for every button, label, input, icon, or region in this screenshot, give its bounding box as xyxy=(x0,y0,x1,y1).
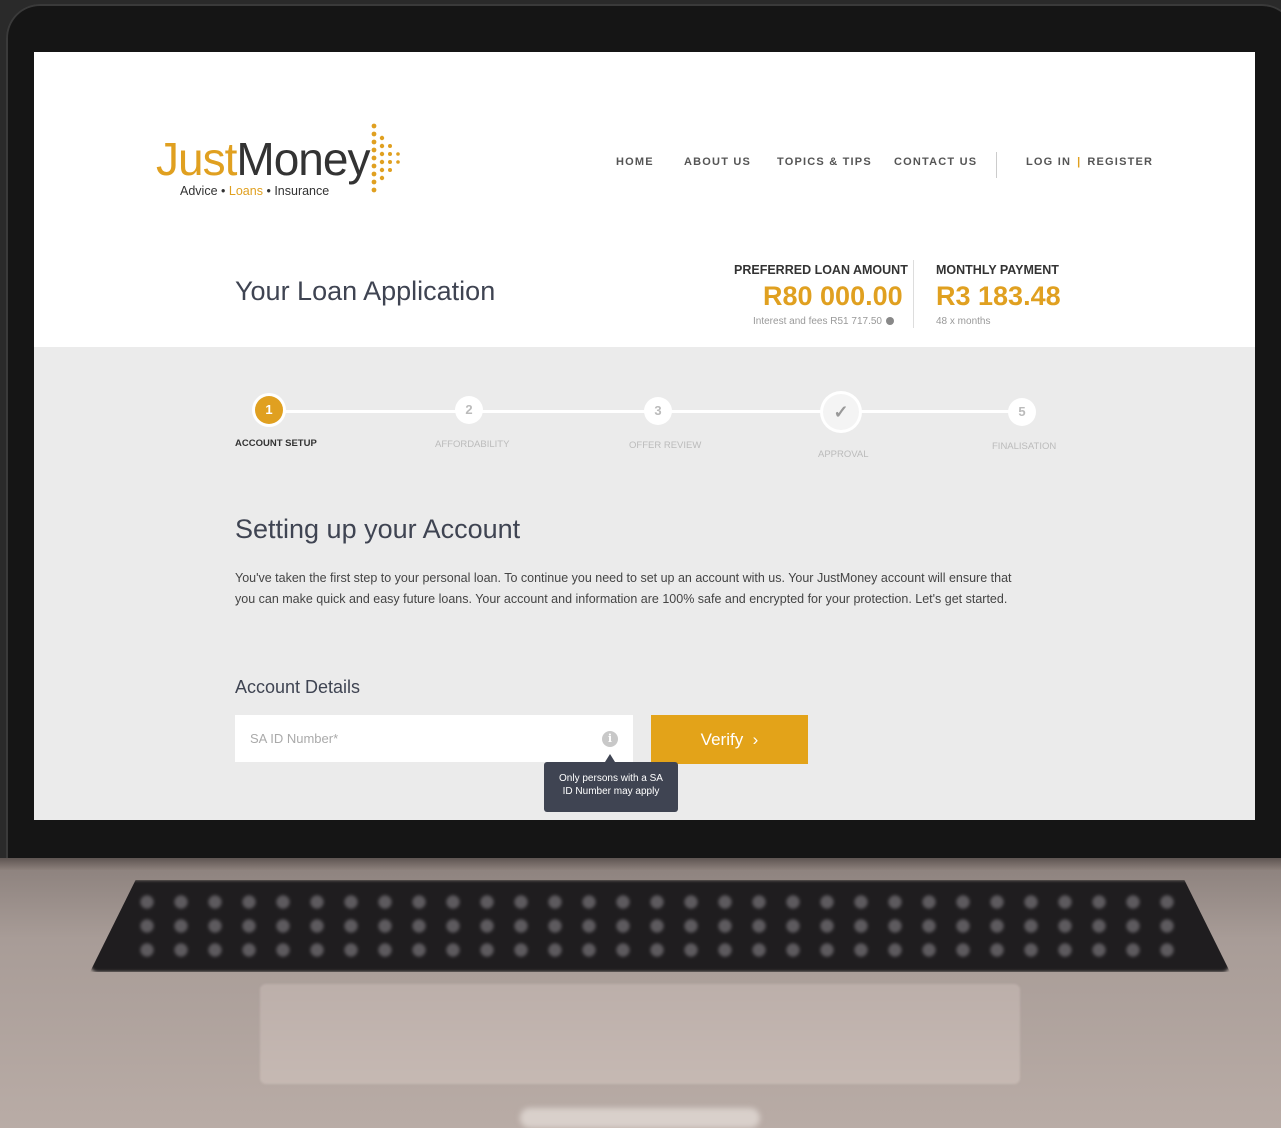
step-2-circle[interactable]: 2 xyxy=(455,396,483,424)
browser-screen: JustMoney Advice • Loans • Insurance HOM… xyxy=(34,52,1255,820)
auth-links: LOG IN | REGISTER xyxy=(1026,156,1153,168)
monthly-payment-value: R3 183.48 xyxy=(936,281,1061,311)
intro-paragraph: You've taken the first step to your pers… xyxy=(235,571,1012,606)
logo-wordmark: JustMoney xyxy=(156,133,370,185)
logo-tagline: Advice • Loans • Insurance xyxy=(180,184,330,198)
page-title: Your Loan Application xyxy=(235,276,496,306)
nav-home[interactable]: HOME xyxy=(616,156,654,168)
nav-contact-us[interactable]: CONTACT US xyxy=(894,156,977,168)
step-3-label: OFFER REVIEW xyxy=(629,440,702,451)
verify-button[interactable]: Verify › xyxy=(651,715,808,764)
loan-amount-value: R80 000.00 xyxy=(763,281,903,311)
sa-id-input[interactable] xyxy=(235,715,633,762)
verify-label: Verify xyxy=(700,729,744,749)
laptop-hinge xyxy=(0,858,1281,870)
step-2-label: AFFORDABILITY xyxy=(435,439,510,450)
step-4-label: APPROVAL xyxy=(818,449,869,460)
account-details-heading: Account Details xyxy=(235,677,361,697)
step-3-circle[interactable]: 3 xyxy=(644,397,672,425)
auth-separator: | xyxy=(1077,156,1082,168)
justmoney-logo[interactable]: JustMoney Advice • Loans • Insurance xyxy=(156,122,416,202)
chevron-right-icon: › xyxy=(752,729,759,749)
laptop-base xyxy=(0,858,1281,1128)
nav-about-us[interactable]: ABOUT US xyxy=(684,156,751,168)
loan-fees-note: Interest and fees R51 717.50 xyxy=(753,316,894,327)
tooltip-arrow xyxy=(605,754,615,762)
monthly-payment-label: MONTHLY PAYMENT xyxy=(936,263,1059,277)
info-icon[interactable]: i xyxy=(602,731,618,747)
step-5-label: FINALISATION xyxy=(992,441,1057,452)
step-5-circle[interactable]: 5 xyxy=(1008,398,1036,426)
page-header: JustMoney Advice • Loans • Insurance HOM… xyxy=(34,52,1255,347)
step-1-circle[interactable]: 1 xyxy=(255,396,283,424)
laptop-front-notch xyxy=(520,1108,760,1128)
step-1-label: ACCOUNT SETUP xyxy=(235,438,317,449)
nav-divider xyxy=(996,152,997,178)
login-link[interactable]: LOG IN xyxy=(1026,156,1071,168)
loan-amount-label: PREFERRED LOAN AMOUNT xyxy=(734,263,908,277)
id-tooltip: Only persons with a SA ID Number may app… xyxy=(544,762,678,812)
fees-info-icon[interactable] xyxy=(885,317,894,326)
register-link[interactable]: REGISTER xyxy=(1087,156,1153,168)
logo-dots-icon xyxy=(371,123,400,193)
nav-topics-tips[interactable]: TOPICS & TIPS xyxy=(777,156,872,168)
section-title: Setting up your Account xyxy=(235,514,521,544)
laptop-keyboard xyxy=(90,880,1230,972)
step-4-check-icon[interactable]: ✓ xyxy=(823,394,859,430)
laptop-trackpad xyxy=(260,984,1020,1084)
sa-id-field xyxy=(235,715,633,762)
summary-divider xyxy=(913,260,914,328)
monthly-term-note: 48 x months xyxy=(936,316,991,327)
